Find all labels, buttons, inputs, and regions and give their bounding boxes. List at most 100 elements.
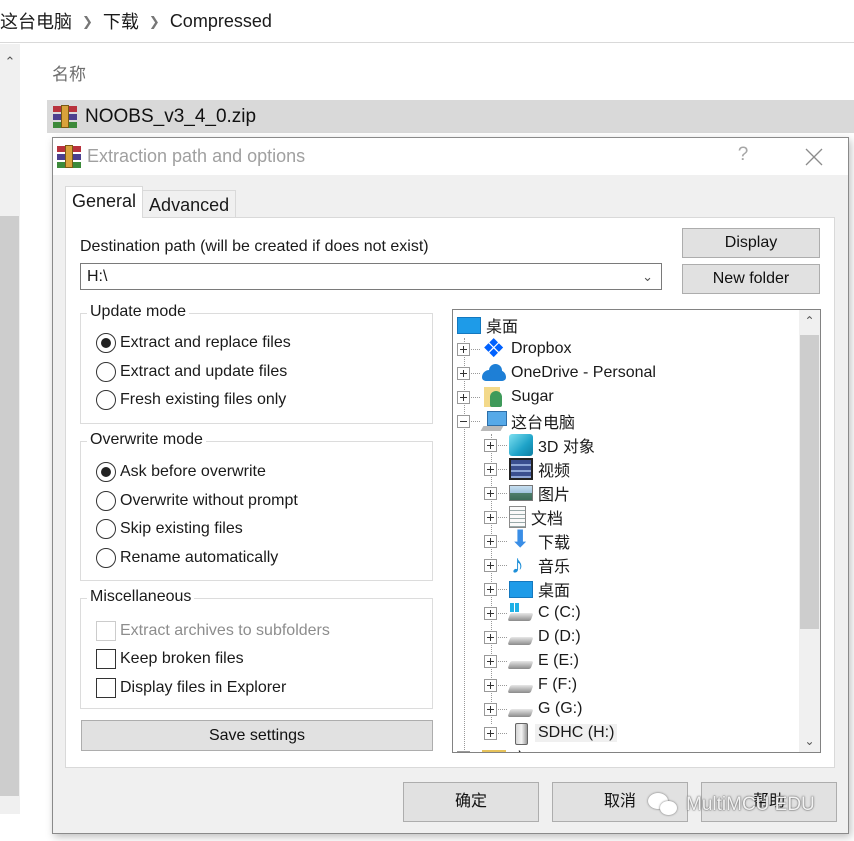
tree-connector xyxy=(498,492,507,494)
tree-item[interactable]: 下载 xyxy=(484,526,571,554)
radio-unselected[interactable] xyxy=(96,390,116,410)
tree-connector xyxy=(498,444,507,446)
scroll-down-icon[interactable]: ⌄ xyxy=(799,734,820,748)
tree-connector xyxy=(471,348,480,350)
tab-general[interactable]: General xyxy=(65,186,144,218)
radio-unselected[interactable] xyxy=(96,362,116,382)
breadcrumb-compressed[interactable]: Compressed xyxy=(170,11,272,32)
radio-unselected[interactable] xyxy=(96,491,116,511)
radio-selected[interactable] xyxy=(96,462,116,482)
dialog-titlebar[interactable]: Extraction path and options ? xyxy=(53,138,848,175)
tree-item-label: F (F:) xyxy=(538,676,578,693)
expand-plus-icon[interactable] xyxy=(484,462,497,476)
radio-rename-automatically[interactable]: Rename automatically xyxy=(96,548,278,568)
chevron-down-icon[interactable]: ⌄ xyxy=(642,264,653,289)
tree-item[interactable]: D (D:) xyxy=(484,625,581,649)
tree-connector xyxy=(498,588,507,590)
drive-icon xyxy=(509,626,533,648)
expand-plus-icon[interactable] xyxy=(457,750,470,752)
tree-item-label: 桌面 xyxy=(538,583,571,600)
expand-plus-icon[interactable] xyxy=(484,534,497,548)
tree-item[interactable]: C (C:) xyxy=(484,601,581,625)
tree-item-label: 这台电脑 xyxy=(511,415,576,432)
tree-item[interactable]: 桌面 xyxy=(484,577,570,601)
radio-extract-update[interactable]: Extract and update files xyxy=(96,362,287,382)
tab-advanced[interactable]: Advanced xyxy=(143,190,237,218)
chevron-right-icon[interactable]: ❯ xyxy=(149,14,160,30)
cancel-button[interactable]: 取消 xyxy=(552,782,688,822)
expand-plus-icon[interactable] xyxy=(484,558,497,572)
tree-connector xyxy=(498,732,507,734)
checkbox-display-in-explorer[interactable]: Display files in Explorer xyxy=(96,678,286,698)
expand-plus-icon[interactable] xyxy=(484,510,497,524)
radio-overwrite-without-prompt[interactable]: Overwrite without prompt xyxy=(96,491,298,511)
expand-plus-icon[interactable] xyxy=(457,342,470,356)
tree-item[interactable]: Dropbox xyxy=(457,334,571,362)
tree-item[interactable]: OneDrive - Personal xyxy=(457,361,656,385)
chevron-right-icon[interactable]: ❯ xyxy=(82,14,93,30)
column-header-name[interactable]: 名称 xyxy=(52,60,86,85)
tree-item[interactable]: F (F:) xyxy=(484,673,577,697)
ok-button[interactable]: 确定 xyxy=(403,782,539,822)
tree-item[interactable]: 库 xyxy=(457,745,527,752)
destination-path-value[interactable]: H:\ xyxy=(87,268,107,285)
scrollbar-thumb[interactable] xyxy=(0,216,19,796)
new-folder-button[interactable]: New folder xyxy=(682,264,820,294)
this-pc-icon xyxy=(482,410,507,432)
tree-item[interactable]: 3D 对象 xyxy=(484,433,595,457)
tree-item[interactable]: 视频 xyxy=(484,457,570,481)
checkbox-unchecked[interactable] xyxy=(96,678,116,698)
option-label: Keep broken files xyxy=(120,650,244,667)
tree-item-label: OneDrive - Personal xyxy=(511,364,656,381)
explorer-scrollbar[interactable]: ⌃ xyxy=(0,44,20,814)
breadcrumb-this-pc[interactable]: 这台电脑 xyxy=(0,8,72,34)
tree-item[interactable]: 这台电脑 xyxy=(457,409,575,433)
tree-item[interactable]: E (E:) xyxy=(484,649,579,673)
help-button[interactable]: ? xyxy=(728,144,758,170)
radio-extract-replace[interactable]: Extract and replace files xyxy=(96,333,291,353)
expand-plus-icon[interactable] xyxy=(484,630,497,644)
expand-plus-icon[interactable] xyxy=(484,654,497,668)
tree-item-label: 视频 xyxy=(538,463,571,480)
expand-plus-icon[interactable] xyxy=(484,702,497,716)
close-icon xyxy=(805,148,823,166)
tree-connector xyxy=(471,420,480,422)
checkbox-keep-broken[interactable]: Keep broken files xyxy=(96,649,244,669)
breadcrumb-downloads[interactable]: 下载 xyxy=(103,8,139,34)
tree-item[interactable]: G (G:) xyxy=(484,697,582,721)
display-button[interactable]: Display xyxy=(682,228,820,258)
file-row-selected[interactable]: NOOBS_v3_4_0.zip xyxy=(47,100,854,133)
expand-plus-icon[interactable] xyxy=(484,438,497,452)
tree-item[interactable]: 图片 xyxy=(484,481,570,505)
expand-plus-icon[interactable] xyxy=(484,486,497,500)
folder-tree[interactable]: ⌃ ⌄ 桌面 Dropbox OneDrive - Personal Sugar 这台电… xyxy=(452,309,821,753)
radio-ask-before[interactable]: Ask before overwrite xyxy=(96,462,266,482)
expand-plus-icon[interactable] xyxy=(484,606,497,620)
collapse-minus-icon[interactable] xyxy=(457,414,470,428)
expand-plus-icon[interactable] xyxy=(484,582,497,596)
radio-selected[interactable] xyxy=(96,333,116,353)
radio-fresh-existing[interactable]: Fresh existing files only xyxy=(96,390,286,410)
save-settings-button[interactable]: Save settings xyxy=(81,720,433,751)
tree-item[interactable]: Sugar xyxy=(457,385,554,409)
expand-plus-icon[interactable] xyxy=(484,678,497,692)
radio-unselected[interactable] xyxy=(96,519,116,539)
help-dialog-button[interactable]: 帮助 xyxy=(701,782,837,822)
tree-item-label: 下载 xyxy=(538,535,571,552)
radio-skip-existing[interactable]: Skip existing files xyxy=(96,519,243,539)
expand-plus-icon[interactable] xyxy=(457,390,470,404)
scroll-up-icon[interactable]: ⌃ xyxy=(799,314,820,328)
close-button[interactable] xyxy=(797,142,831,172)
radio-unselected[interactable] xyxy=(96,548,116,568)
tree-scrollbar[interactable]: ⌃ ⌄ xyxy=(799,310,820,752)
scroll-up-icon[interactable]: ⌃ xyxy=(0,54,20,70)
tree-item[interactable]: SDHC (H:) xyxy=(484,721,618,745)
checkbox-unchecked[interactable] xyxy=(96,649,116,669)
tree-item[interactable]: 音乐 xyxy=(484,550,570,578)
expand-plus-icon[interactable] xyxy=(457,366,470,380)
destination-path-combobox[interactable]: H:\ ⌄ xyxy=(80,263,662,290)
scrollbar-thumb[interactable] xyxy=(800,335,819,629)
expand-plus-icon[interactable] xyxy=(484,726,497,740)
overwrite-mode-group: Overwrite mode Ask before overwrite Over… xyxy=(80,431,433,581)
update-mode-group: Update mode Extract and replace files Ex… xyxy=(80,303,433,424)
